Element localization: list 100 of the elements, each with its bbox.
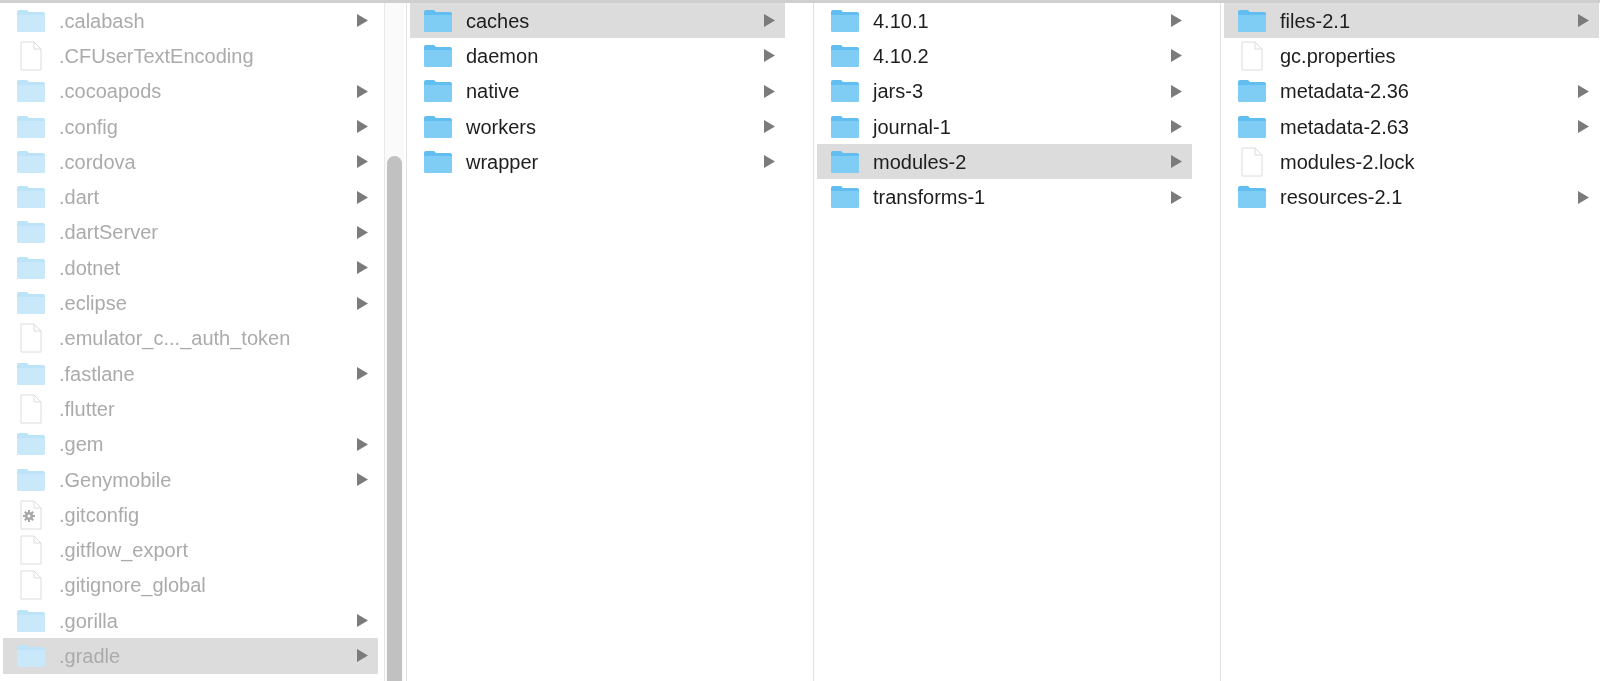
file-row[interactable]: .Genymobile <box>3 461 378 498</box>
disclosure-arrow-icon[interactable] <box>357 437 368 451</box>
file-name: .Genymobile <box>59 467 172 493</box>
file-row[interactable]: .cordova <box>3 144 378 180</box>
folder-icon <box>16 185 46 210</box>
file-row[interactable]: .CFUserTextEncoding <box>3 38 378 74</box>
folder-icon <box>423 8 453 33</box>
file-row[interactable]: .dartServer <box>3 214 378 251</box>
folder-icon <box>16 255 46 280</box>
disclosure-arrow-icon[interactable] <box>1578 84 1589 98</box>
disclosure-arrow-icon[interactable] <box>1171 120 1182 134</box>
disclosure-arrow-icon[interactable] <box>764 120 775 134</box>
file-name: .cordova <box>59 149 136 175</box>
file-row[interactable]: journal-1 <box>817 108 1192 145</box>
file-row[interactable]: metadata-2.36 <box>1224 73 1599 109</box>
folder-icon <box>16 220 46 245</box>
file-name: .gem <box>59 432 104 458</box>
file-row[interactable]: .fastlane <box>3 355 378 392</box>
disclosure-arrow-icon[interactable] <box>357 190 368 204</box>
disclosure-arrow-icon[interactable] <box>1171 14 1182 28</box>
file-row[interactable]: .dotnet <box>3 250 378 286</box>
file-row[interactable]: .gem <box>3 426 378 462</box>
file-row[interactable]: metadata-2.63 <box>1224 108 1599 145</box>
file-name: .flutter <box>59 396 115 422</box>
file-name: .gorilla <box>59 608 118 634</box>
disclosure-arrow-icon[interactable] <box>357 296 368 310</box>
file-name: jars-3 <box>873 79 923 105</box>
folder-icon <box>830 149 860 174</box>
file-row[interactable]: 4.10.1 <box>817 3 1192 39</box>
file-row[interactable]: .eclipse <box>3 285 378 321</box>
disclosure-arrow-icon[interactable] <box>1578 14 1589 28</box>
file-name: .gitflow_export <box>59 538 188 564</box>
file-row[interactable]: .gitflow_export <box>3 532 378 568</box>
file-name: .dartServer <box>59 220 158 246</box>
disclosure-arrow-icon[interactable] <box>357 14 368 28</box>
file-name: transforms-1 <box>873 185 986 211</box>
disclosure-arrow-icon[interactable] <box>764 14 775 28</box>
file-row[interactable]: modules-2 <box>817 144 1192 180</box>
disclosure-arrow-icon[interactable] <box>1171 84 1182 98</box>
file-row[interactable]: .gorilla <box>3 603 378 639</box>
file-name: workers <box>466 114 536 140</box>
disclosure-arrow-icon[interactable] <box>357 649 368 663</box>
file-row[interactable]: native <box>410 73 785 109</box>
disclosure-arrow-icon[interactable] <box>357 614 368 628</box>
folder-icon <box>16 608 46 633</box>
file-name: caches <box>466 8 530 34</box>
disclosure-arrow-icon[interactable] <box>357 367 368 381</box>
disclosure-arrow-icon[interactable] <box>1171 190 1182 204</box>
disclosure-arrow-icon[interactable] <box>1171 49 1182 63</box>
file-name: .calabash <box>59 8 145 34</box>
folder-icon <box>830 79 860 104</box>
file-name: native <box>466 79 520 105</box>
file-name: 4.10.1 <box>873 8 929 34</box>
file-row[interactable]: .emulator_c..._auth_token <box>3 320 378 356</box>
disclosure-arrow-icon[interactable] <box>357 261 368 275</box>
file-row[interactable]: jars-3 <box>817 73 1192 109</box>
file-row[interactable]: 4.10.2 <box>817 38 1192 74</box>
folder-icon <box>1237 114 1267 139</box>
folder-icon <box>16 361 46 386</box>
file-row[interactable]: daemon <box>410 38 785 74</box>
folder-icon <box>16 8 46 33</box>
file-name: 4.10.2 <box>873 43 929 69</box>
file-name: resources-2.1 <box>1280 185 1403 211</box>
file-row[interactable]: resources-2.1 <box>1224 179 1599 215</box>
file-name: daemon <box>466 43 539 69</box>
disclosure-arrow-icon[interactable] <box>357 155 368 169</box>
folder-icon <box>830 8 860 33</box>
file-row[interactable]: transforms-1 <box>817 179 1192 215</box>
disclosure-arrow-icon[interactable] <box>357 473 368 486</box>
disclosure-arrow-icon[interactable] <box>1171 155 1182 169</box>
file-row[interactable]: .dart <box>3 179 378 215</box>
file-name: metadata-2.36 <box>1280 79 1409 105</box>
disclosure-arrow-icon[interactable] <box>357 225 368 239</box>
file-row[interactable]: modules-2.lock <box>1224 144 1599 180</box>
file-row[interactable]: .calabash <box>3 3 378 39</box>
disclosure-arrow-icon[interactable] <box>1578 190 1589 204</box>
file-row[interactable]: caches <box>410 3 785 39</box>
disclosure-arrow-icon[interactable] <box>1578 120 1589 134</box>
scrollbar-thumb[interactable] <box>387 156 402 681</box>
folder-icon <box>16 432 46 457</box>
file-row[interactable]: .flutter <box>3 391 378 427</box>
folder-icon <box>1237 185 1267 210</box>
file-row[interactable]: files-2.1 <box>1224 3 1599 39</box>
file-row[interactable]: workers <box>410 108 785 145</box>
file-row[interactable]: .config <box>3 108 378 145</box>
disclosure-arrow-icon[interactable] <box>357 84 368 98</box>
file-row[interactable]: gc.properties <box>1224 38 1599 74</box>
file-name: journal-1 <box>873 114 951 140</box>
folder-icon <box>423 149 453 174</box>
disclosure-arrow-icon[interactable] <box>764 84 775 98</box>
folder-icon <box>830 43 860 68</box>
disclosure-arrow-icon[interactable] <box>357 120 368 134</box>
disclosure-arrow-icon[interactable] <box>764 155 775 169</box>
folder-icon <box>16 79 46 104</box>
file-row[interactable]: wrapper <box>410 144 785 180</box>
file-name: metadata-2.63 <box>1280 114 1409 140</box>
file-row[interactable]: .cocoapods <box>3 73 378 109</box>
file-row[interactable]: .gitignore_global <box>3 567 378 604</box>
disclosure-arrow-icon[interactable] <box>764 49 775 63</box>
file-row[interactable]: .gitconfig <box>3 497 378 533</box>
